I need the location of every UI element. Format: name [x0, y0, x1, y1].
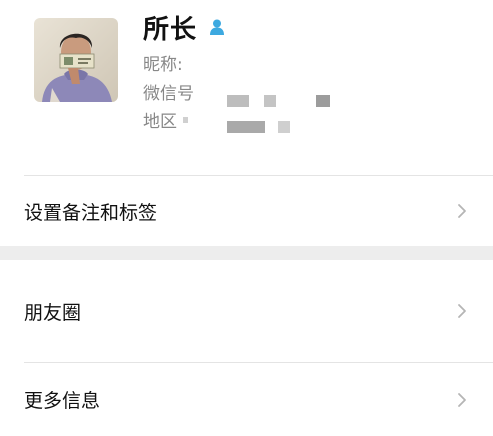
remarks-tags-row[interactable]: 设置备注和标签 [0, 176, 493, 246]
moments-label: 朋友圈 [24, 301, 82, 324]
remarks-tags-label: 设置备注和标签 [24, 201, 158, 224]
profile-card: 所长 昵称: 微信号 地区 [0, 0, 493, 176]
male-user-icon [207, 17, 227, 37]
profile-name: 所长 [143, 14, 198, 45]
more-info-label: 更多信息 [24, 390, 101, 412]
avatar-image [34, 18, 118, 102]
moments-row[interactable]: 朋友圈 [0, 260, 493, 362]
chevron-right-icon [458, 304, 466, 318]
chevron-right-icon [458, 204, 466, 218]
avatar[interactable] [34, 18, 118, 102]
name-row: 所长 [143, 8, 227, 46]
chevron-right-icon [458, 392, 466, 407]
more-info-row[interactable]: 更多信息 [0, 363, 493, 436]
nickname-label: 昵称: [143, 55, 183, 75]
wechat-id-label: 微信号 [143, 84, 194, 104]
section-separator [0, 246, 493, 260]
region-label: 地区 [143, 112, 177, 132]
